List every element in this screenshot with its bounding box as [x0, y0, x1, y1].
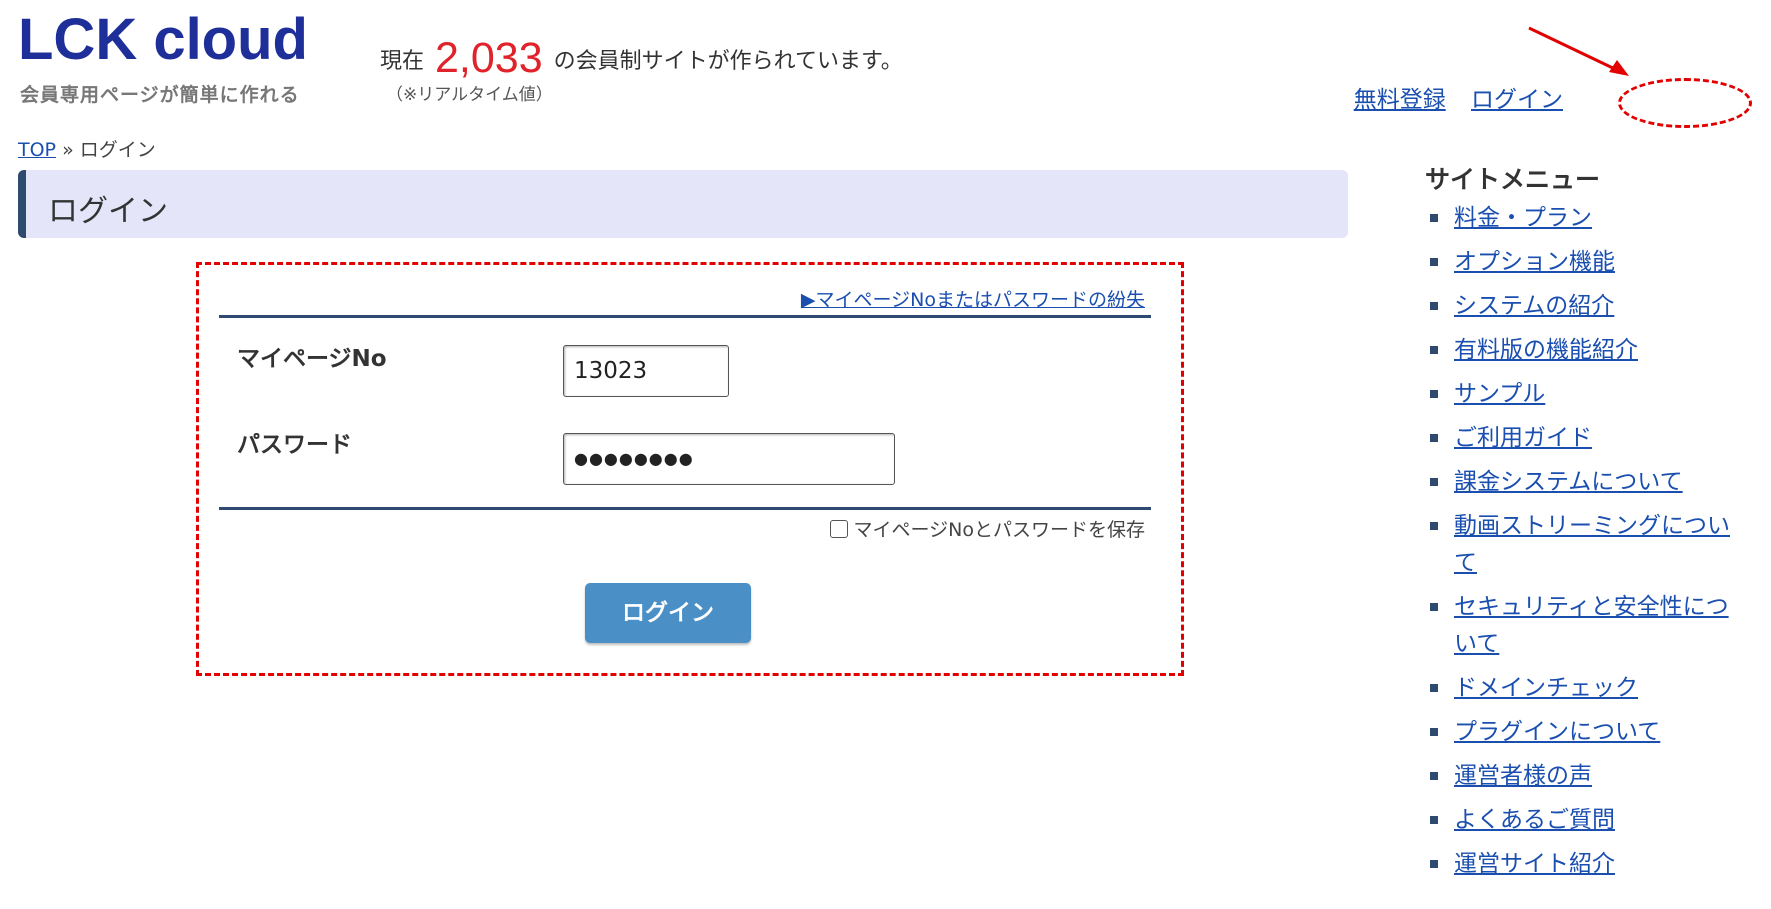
sidebar-link-system[interactable]: システムの紹介 [1454, 293, 1614, 319]
breadcrumb: TOP » ログイン [18, 135, 156, 162]
counter-suffix: の会員制サイトが作られています。 [553, 49, 903, 74]
bullet-icon [1430, 214, 1438, 222]
sidebar-link-billing[interactable]: 課金システムについて [1454, 469, 1683, 495]
bullet-icon [1430, 346, 1438, 354]
bullet-icon [1430, 390, 1438, 398]
login-submit-button[interactable]: ログイン [585, 583, 751, 643]
bullet-icon [1430, 522, 1438, 530]
bullet-icon [1430, 258, 1438, 266]
form-top-divider [219, 315, 1151, 318]
sidebar-item-sample: サンプル [1430, 376, 1730, 413]
page-title-bar: ログイン [18, 170, 1348, 238]
counter-value: 2,033 [435, 34, 543, 82]
save-credentials-label[interactable]: マイページNoとパスワードを保存 [854, 519, 1145, 541]
bullet-icon [1430, 816, 1438, 824]
sidebar-link-pricing[interactable]: 料金・プラン [1454, 205, 1592, 231]
sidebar-link-sample[interactable]: サンプル [1454, 381, 1545, 407]
sidebar-item-paid-features: 有料版の機能紹介 [1430, 332, 1730, 369]
bullet-icon [1430, 772, 1438, 780]
counter-prefix: 現在 [380, 49, 425, 74]
sidebar-title: サイトメニュー [1425, 165, 1601, 194]
password-label: パスワード [237, 432, 352, 458]
bullet-icon [1430, 603, 1438, 611]
sidebar-link-security[interactable]: セキュリティと安全性について [1454, 594, 1729, 657]
sidebar-item-testimonials: 運営者様の声 [1430, 758, 1730, 795]
mypage-no-input[interactable]: 13023 [563, 345, 729, 397]
bullet-icon [1430, 478, 1438, 486]
password-input[interactable]: ●●●●●●●● [563, 433, 895, 485]
bullet-icon [1430, 860, 1438, 868]
login-form: ▶マイページNoまたはパスワードの紛失 マイページNo 13023 パスワード … [196, 262, 1184, 676]
realtime-note: （※リアルタイム値） [386, 85, 553, 105]
annotation-ellipse [1618, 78, 1752, 128]
save-credentials-row[interactable]: マイページNoとパスワードを保存 [829, 515, 1145, 542]
site-tagline: 会員専用ページが簡単に作れる [20, 84, 300, 106]
annotation-arrow-icon [1528, 26, 1629, 76]
sidebar-link-plugins[interactable]: プラグインについて [1454, 719, 1660, 745]
site-counter: 現在 2,033 の会員制サイトが作られています。 [380, 34, 903, 83]
breadcrumb-separator: » [62, 139, 74, 161]
sidebar-item-domain-check: ドメインチェック [1430, 670, 1730, 707]
mypage-no-label: マイページNo [237, 346, 387, 372]
bullet-icon [1430, 434, 1438, 442]
bullet-icon [1430, 302, 1438, 310]
sidebar-item-showcase: 運営サイト紹介 [1430, 846, 1730, 883]
form-bottom-divider [219, 507, 1151, 510]
header-nav: 無料登録 ログイン [1336, 80, 1563, 114]
sidebar-item-plugins: プラグインについて [1430, 714, 1730, 751]
lost-credentials-link[interactable]: ▶マイページNoまたはパスワードの紛失 [801, 285, 1145, 312]
sidebar-link-guide[interactable]: ご利用ガイド [1454, 425, 1592, 451]
sidebar-link-showcase[interactable]: 運営サイト紹介 [1454, 851, 1615, 877]
sidebar-item-billing: 課金システムについて [1430, 464, 1730, 501]
sidebar-item-faq: よくあるご質問 [1430, 802, 1730, 839]
site-logo[interactable]: LCK cloud [18, 8, 308, 72]
sidebar-item-streaming: 動画ストリーミングについて [1430, 508, 1730, 582]
sidebar-item-system: システムの紹介 [1430, 288, 1730, 325]
sidebar-link-options[interactable]: オプション機能 [1454, 249, 1615, 275]
bullet-icon [1430, 728, 1438, 736]
breadcrumb-current: ログイン [79, 139, 156, 161]
sidebar-link-domain-check[interactable]: ドメインチェック [1454, 675, 1638, 701]
sidebar-link-faq[interactable]: よくあるご質問 [1454, 807, 1615, 833]
breadcrumb-top-link[interactable]: TOP [18, 139, 56, 161]
sidebar-link-streaming[interactable]: 動画ストリーミングについて [1454, 513, 1730, 576]
sidebar-item-options: オプション機能 [1430, 244, 1730, 281]
bullet-icon [1430, 684, 1438, 692]
register-link[interactable]: 無料登録 [1354, 87, 1446, 113]
page-title: ログイン [48, 194, 168, 229]
save-credentials-checkbox[interactable] [829, 520, 848, 538]
login-link[interactable]: ログイン [1471, 87, 1563, 113]
sidebar-item-guide: ご利用ガイド [1430, 420, 1730, 457]
sidebar-link-testimonials[interactable]: 運営者様の声 [1454, 763, 1592, 789]
sidebar-menu: 料金・プラン オプション機能 システムの紹介 有料版の機能紹介 サンプル ご利用… [1430, 200, 1730, 890]
sidebar-item-pricing: 料金・プラン [1430, 200, 1730, 237]
sidebar-item-security: セキュリティと安全性について [1430, 589, 1730, 663]
sidebar-link-paid-features[interactable]: 有料版の機能紹介 [1454, 337, 1638, 363]
